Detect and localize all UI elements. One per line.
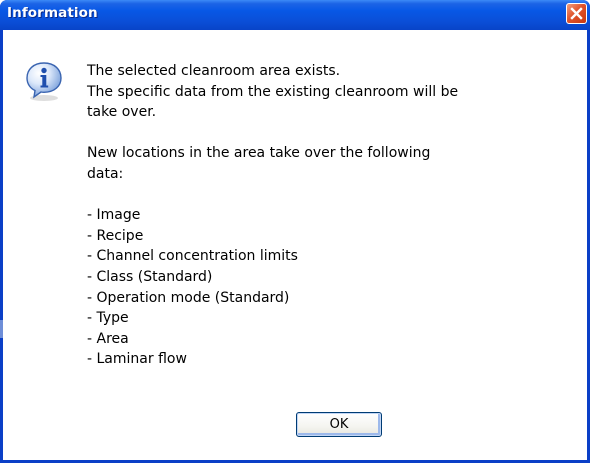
- data-list-item: - Image: [87, 207, 141, 224]
- data-list-item: - Type: [87, 310, 129, 327]
- message-line: The specific data from the existing clea…: [87, 83, 459, 100]
- data-list-item: - Laminar flow: [87, 351, 187, 368]
- information-icon: [23, 60, 65, 106]
- window-edge-mark: [0, 320, 3, 338]
- data-list-item: - Class (Standard): [87, 268, 213, 285]
- dialog-title: Information: [7, 5, 98, 21]
- message-text: The selected cleanroom area exists. The …: [87, 61, 527, 370]
- message-line: data:: [87, 165, 124, 182]
- data-list-item: - Recipe: [87, 227, 144, 244]
- message-line: New locations in the area take over the …: [87, 145, 431, 162]
- dialog-body: The selected cleanroom area exists. The …: [3, 30, 587, 460]
- message-line: The selected cleanroom area exists.: [87, 63, 341, 79]
- message-line: take over.: [87, 104, 157, 121]
- close-button[interactable]: [566, 3, 587, 24]
- data-list-item: - Operation mode (Standard): [87, 289, 290, 306]
- ok-button[interactable]: OK: [296, 412, 382, 437]
- data-list-item: - Area: [87, 330, 129, 347]
- title-bar[interactable]: Information: [0, 0, 590, 30]
- information-dialog: Information The selected cleanroom area …: [0, 0, 590, 463]
- data-list-item: - Channel concentration limits: [87, 248, 298, 265]
